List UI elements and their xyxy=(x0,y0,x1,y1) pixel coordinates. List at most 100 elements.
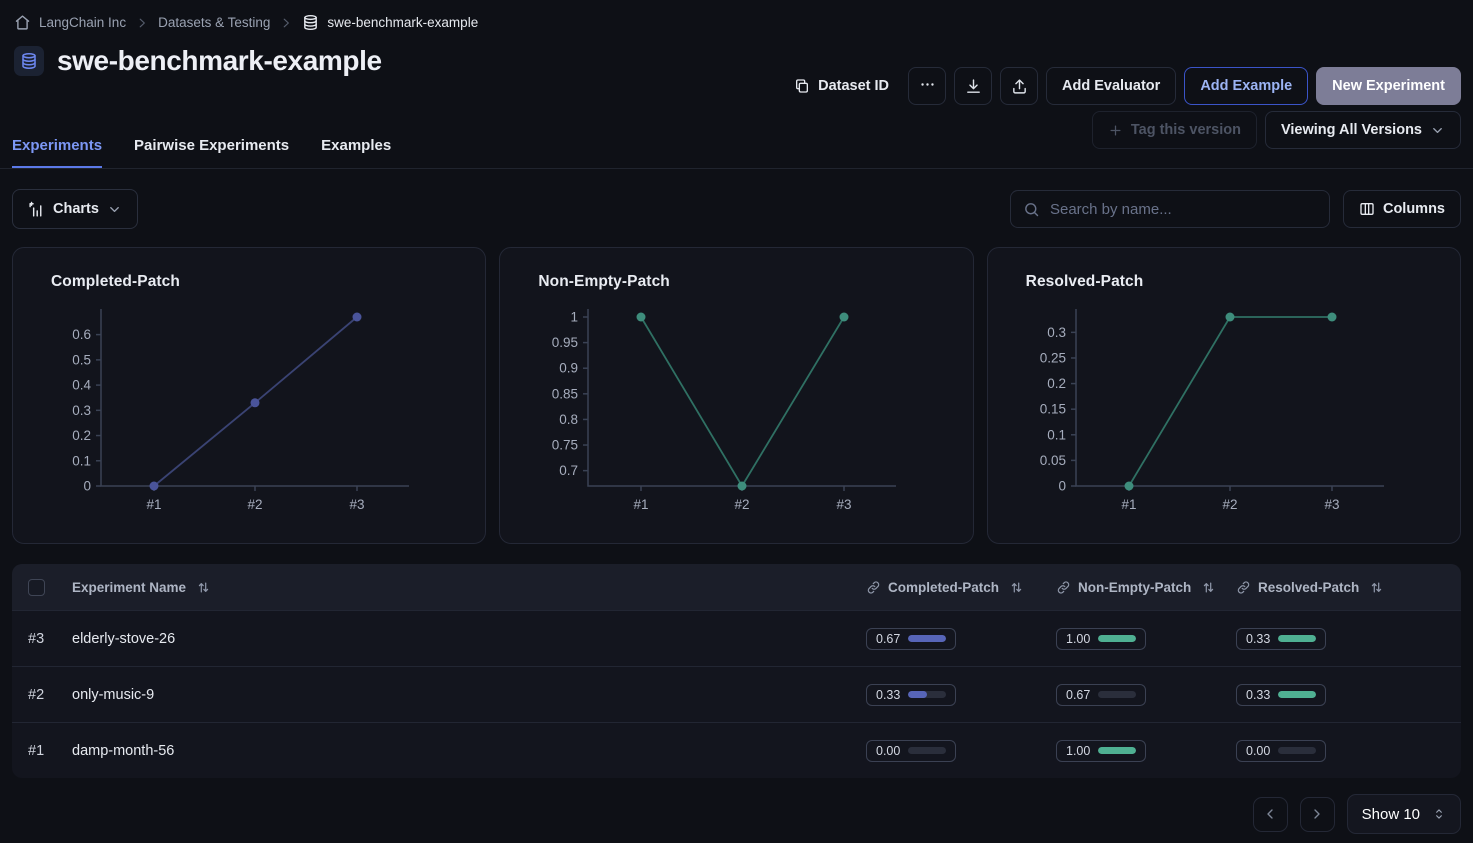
next-page-button[interactable] xyxy=(1300,797,1335,832)
chevron-right-icon xyxy=(279,16,293,30)
chart-icon xyxy=(28,201,45,218)
sort-icon[interactable] xyxy=(1369,580,1384,595)
new-experiment-button[interactable]: New Experiment xyxy=(1316,67,1461,105)
metric-header[interactable]: Completed-Patch xyxy=(856,580,1046,595)
chart-card-resolved-patch: Resolved-Patch00.050.10.150.20.250.3#1#2… xyxy=(987,247,1461,544)
select-all-checkbox[interactable] xyxy=(28,579,45,596)
upload-button[interactable] xyxy=(1000,67,1038,105)
tab-examples[interactable]: Examples xyxy=(321,137,391,168)
metric-bar-fill xyxy=(908,635,946,642)
experiment-name-header-label: Experiment Name xyxy=(72,580,186,595)
download-icon xyxy=(965,78,982,95)
metric-pill[interactable]: 0.00 xyxy=(1236,740,1326,762)
charts-dropdown-button[interactable]: Charts xyxy=(12,189,138,229)
svg-text:0.6: 0.6 xyxy=(72,327,91,342)
columns-button[interactable]: Columns xyxy=(1343,190,1461,228)
line-chart: 00.10.20.30.40.50.6#1#2#3 xyxy=(13,305,453,519)
metric-bar-fill xyxy=(1278,691,1316,698)
experiment-name-header[interactable]: Experiment Name xyxy=(56,580,856,595)
svg-text:0.95: 0.95 xyxy=(552,335,578,350)
metric-bar-fill xyxy=(1098,747,1136,754)
columns-icon xyxy=(1359,201,1375,217)
metric-cell: 0.33 xyxy=(1226,628,1461,650)
line-chart: 0.70.750.80.850.90.951#1#2#3 xyxy=(500,305,940,519)
add-evaluator-button[interactable]: Add Evaluator xyxy=(1046,67,1176,105)
breadcrumb: LangChain Inc Datasets & Testing swe-ben… xyxy=(0,0,1473,31)
name-cell: elderly-stove-26 xyxy=(56,631,856,647)
experiment-name[interactable]: damp-month-56 xyxy=(72,743,174,759)
svg-text:0.3: 0.3 xyxy=(72,403,91,418)
sort-icon[interactable] xyxy=(1201,580,1216,595)
table-header-row: Experiment Name Completed-Patch Non-Empty-… xyxy=(12,564,1461,610)
svg-text:0.1: 0.1 xyxy=(1047,427,1066,442)
metric-header[interactable]: Non-Empty-Patch xyxy=(1046,580,1226,595)
search-icon xyxy=(1023,201,1040,218)
link-icon xyxy=(866,580,881,595)
breadcrumb-org-label: LangChain Inc xyxy=(39,15,126,30)
metric-cell: 0.00 xyxy=(1226,740,1461,762)
dataset-id-button[interactable]: Dataset ID xyxy=(783,67,900,105)
metric-bar-track xyxy=(908,691,946,698)
breadcrumb-datasets[interactable]: Datasets & Testing xyxy=(158,15,270,30)
viewing-versions-button[interactable]: Viewing All Versions xyxy=(1265,111,1461,149)
chevron-down-icon xyxy=(1430,123,1445,138)
metric-bar-track xyxy=(1098,747,1136,754)
svg-text:0: 0 xyxy=(1058,479,1066,494)
metric-value: 0.00 xyxy=(1246,744,1270,758)
svg-text:0.05: 0.05 xyxy=(1039,453,1065,468)
prev-page-button[interactable] xyxy=(1253,797,1288,832)
metric-value: 0.00 xyxy=(876,744,900,758)
svg-text:0.25: 0.25 xyxy=(1039,350,1065,365)
table-row[interactable]: #1damp-month-560.001.000.00 xyxy=(12,722,1461,778)
experiment-name[interactable]: only-music-9 xyxy=(72,687,154,703)
metric-pill[interactable]: 0.67 xyxy=(866,628,956,650)
metric-pill[interactable]: 1.00 xyxy=(1056,628,1146,650)
download-button[interactable] xyxy=(954,67,992,105)
metric-cell: 0.67 xyxy=(856,628,1046,650)
metric-pill[interactable]: 0.33 xyxy=(1236,684,1326,706)
experiment-rank: #2 xyxy=(28,687,44,703)
add-example-button[interactable]: Add Example xyxy=(1184,67,1308,105)
chart-title: Completed-Patch xyxy=(13,248,485,291)
table-row[interactable]: #2 only-music-9 0.33 0.67 0.33 xyxy=(12,666,1461,722)
breadcrumb-current[interactable]: swe-benchmark-example xyxy=(302,14,478,31)
metric-pill[interactable]: 1.00 xyxy=(1056,740,1146,762)
tab-experiments[interactable]: Experiments xyxy=(12,137,102,168)
metric-pill[interactable]: 0.67 xyxy=(1056,684,1146,706)
metric-pill[interactable]: 0.33 xyxy=(866,684,956,706)
home-icon xyxy=(14,14,31,31)
sort-icon[interactable] xyxy=(1009,580,1024,595)
chart-title: Non-Empty-Patch xyxy=(500,248,972,291)
line-chart: 00.050.10.150.20.250.3#1#2#3 xyxy=(988,305,1428,519)
sort-icon[interactable] xyxy=(196,580,211,595)
metric-pill[interactable]: 0.33 xyxy=(1236,628,1326,650)
chart-title: Resolved-Patch xyxy=(988,248,1460,291)
metric-cell: 0.00 xyxy=(856,740,1046,762)
page-size-select[interactable]: Show 10 xyxy=(1347,794,1461,834)
metric-value: 1.00 xyxy=(1066,744,1090,758)
search-input[interactable] xyxy=(1050,201,1317,218)
tab-pairwise-experiments[interactable]: Pairwise Experiments xyxy=(134,137,289,168)
search-input-wrap xyxy=(1010,190,1330,228)
table-row[interactable]: #3elderly-stove-260.671.000.33 xyxy=(12,610,1461,666)
svg-text:#1: #1 xyxy=(146,497,161,512)
metric-cell: 1.00 xyxy=(1046,740,1226,762)
tag-version-button[interactable]: Tag this version xyxy=(1092,111,1257,149)
metric-header[interactable]: Resolved-Patch xyxy=(1226,580,1461,595)
chart-card-completed-patch: Completed-Patch00.10.20.30.40.50.6#1#2#3 xyxy=(12,247,486,544)
metric-bar-track xyxy=(1098,635,1136,642)
metric-header-label: Non-Empty-Patch xyxy=(1078,580,1191,595)
metric-value: 0.33 xyxy=(1246,688,1270,702)
svg-text:0.15: 0.15 xyxy=(1039,402,1065,417)
svg-text:#3: #3 xyxy=(349,497,364,512)
metric-bar-track xyxy=(1278,691,1316,698)
experiment-name[interactable]: elderly-stove-26 xyxy=(72,631,175,647)
metric-bar-track xyxy=(1098,691,1136,698)
breadcrumb-org[interactable]: LangChain Inc xyxy=(14,14,126,31)
svg-text:0: 0 xyxy=(83,479,91,494)
pagination: Show 10 xyxy=(0,794,1461,834)
metric-value: 0.67 xyxy=(1066,688,1090,702)
metric-pill[interactable]: 0.00 xyxy=(866,740,956,762)
link-icon xyxy=(1236,580,1251,595)
more-options-button[interactable] xyxy=(908,67,946,105)
